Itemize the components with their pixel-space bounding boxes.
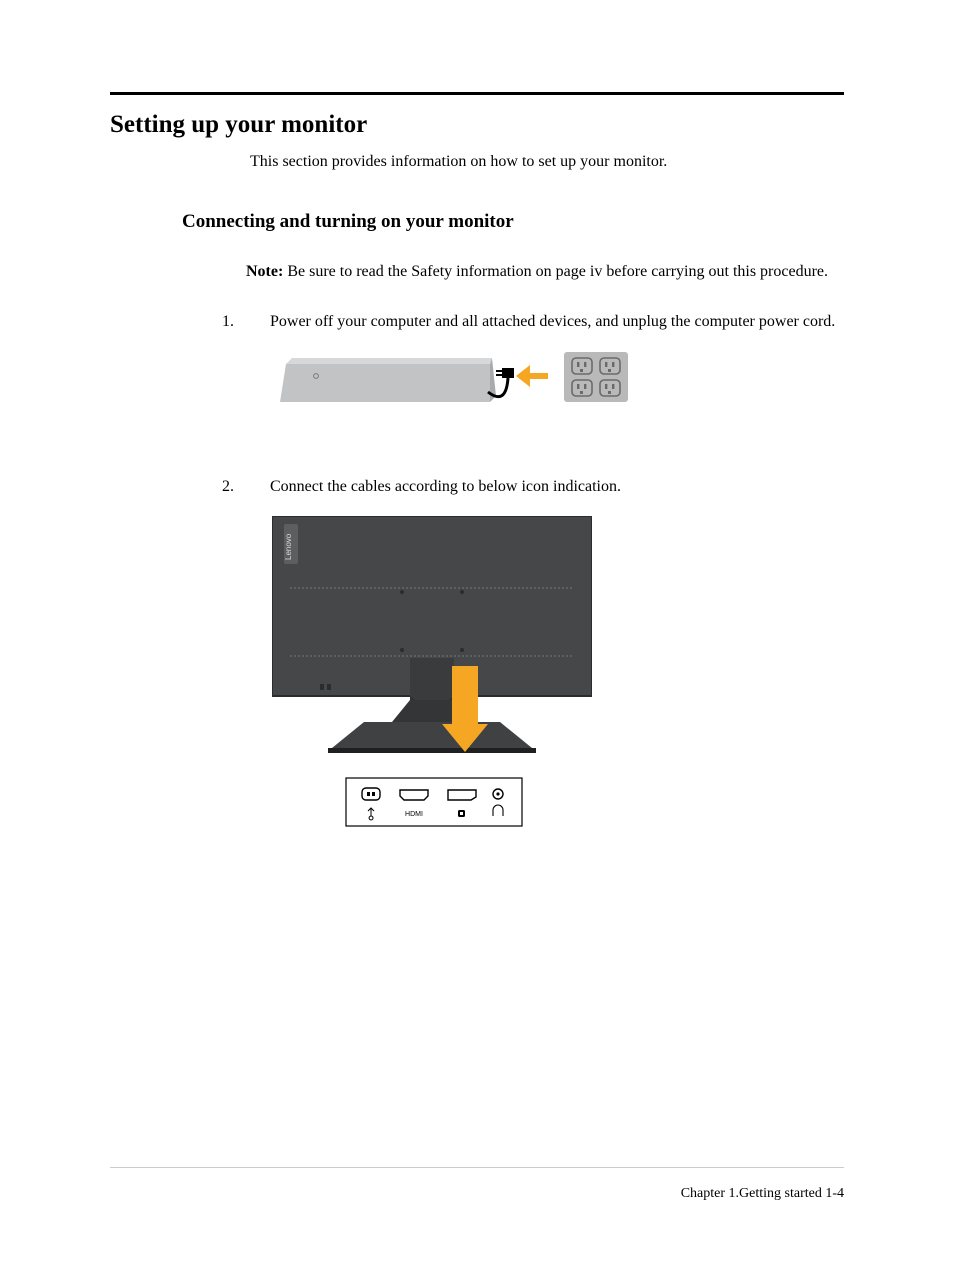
top-rule [110, 92, 844, 95]
monitor-rear-icon: Lenovo HDMI [272, 516, 592, 836]
note-paragraph: Note: Be sure to read the Safety informa… [246, 261, 844, 283]
step-1: 1. Power off your computer and all attac… [246, 311, 844, 333]
step-2: 2. Connect the cables according to below… [246, 476, 844, 498]
step-2-text: Connect the cables according to below ic… [270, 478, 621, 495]
figure-unplug-power [280, 350, 640, 416]
step-1-number: 1. [246, 311, 266, 333]
figure-monitor-ports: Lenovo HDMI [272, 516, 592, 836]
note-text: Be sure to read the Safety information o… [283, 263, 828, 280]
brand-label: Lenovo [284, 533, 293, 560]
step-1-text: Power off your computer and all attached… [270, 313, 835, 330]
note-label: Note: [246, 263, 283, 280]
page-title: Setting up your monitor [110, 111, 844, 139]
intro-text: This section provides information on how… [250, 153, 844, 171]
footer-rule [110, 1167, 844, 1168]
section-title: Connecting and turning on your monitor [182, 211, 844, 233]
hdmi-port-label: HDMI [405, 811, 423, 818]
step-2-number: 2. [246, 476, 266, 498]
page-footer: Chapter 1.Getting started 1-4 [681, 1186, 844, 1202]
unplug-diagram-icon [280, 350, 640, 416]
